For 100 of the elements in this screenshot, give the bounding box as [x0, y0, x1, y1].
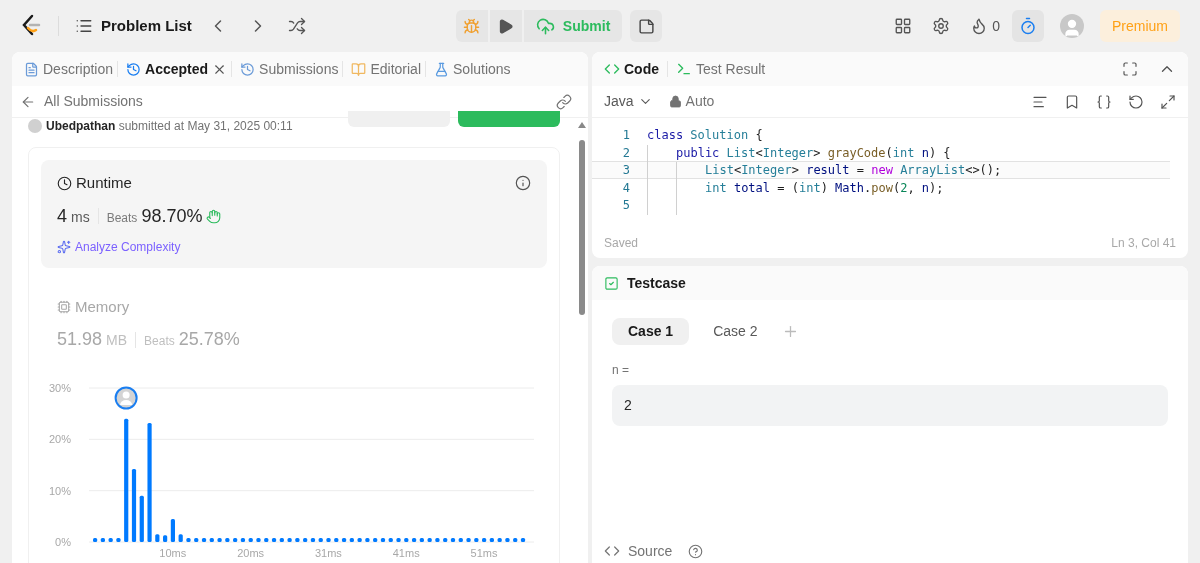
bar[interactable]	[341, 537, 347, 542]
bar[interactable]	[108, 537, 113, 542]
shuffle-icon[interactable]	[287, 17, 306, 35]
bar[interactable]	[326, 537, 331, 542]
language-select[interactable]: Java	[604, 91, 634, 112]
bar[interactable]	[209, 537, 214, 542]
braces-icon[interactable]	[1096, 93, 1112, 110]
submitter-line: Ubedpathan submitted at May 31, 2025 00:11	[46, 118, 293, 135]
terminal-icon	[676, 61, 692, 77]
streak-count: 0	[992, 16, 1000, 36]
bar[interactable]	[365, 537, 370, 542]
case-tab[interactable]: Case 2	[697, 318, 774, 345]
problem-list-button[interactable]: Problem List	[101, 14, 192, 38]
axis-label: 20%	[48, 433, 71, 446]
panel-tab[interactable]: Submissions	[259, 58, 339, 80]
runtime-card[interactable]: Runtime 4 ms Beats 98.70% Analyze Complexity	[41, 160, 547, 268]
bar[interactable]	[163, 535, 168, 542]
stat-value: 51.98	[57, 328, 103, 351]
fullscreen-icon[interactable]	[1122, 61, 1138, 77]
bar[interactable]	[412, 537, 417, 542]
bar[interactable]	[240, 537, 245, 542]
timer-button[interactable]	[1012, 10, 1044, 42]
code-icon[interactable]	[604, 543, 620, 559]
bar[interactable]	[318, 537, 323, 542]
bar[interactable]	[513, 537, 518, 542]
bar[interactable]	[419, 537, 424, 542]
bar[interactable]	[93, 537, 98, 542]
bar[interactable]	[233, 537, 238, 542]
bar[interactable]	[489, 537, 494, 542]
settings-icon[interactable]	[932, 17, 951, 35]
bar[interactable]	[170, 518, 175, 542]
logo-icon[interactable]	[20, 14, 42, 38]
axis-label: 51ms	[470, 547, 498, 559]
layout-icon[interactable]	[894, 17, 913, 35]
panel-tab[interactable]: Solutions	[453, 58, 511, 80]
bar[interactable]	[124, 418, 129, 542]
panel-tab[interactable]: Description	[43, 58, 114, 80]
bar[interactable]	[264, 537, 269, 542]
bar[interactable]	[334, 537, 339, 542]
panel-tab[interactable]: Code	[624, 58, 659, 80]
bar[interactable]	[427, 537, 432, 542]
panel-title: Testcase	[627, 273, 686, 293]
run-button[interactable]	[489, 10, 522, 42]
bar[interactable]	[435, 537, 440, 542]
bar[interactable]	[248, 537, 253, 542]
panel-tab[interactable]: Test Result	[696, 58, 766, 80]
analyze-complexity-link[interactable]: Analyze Complexity	[75, 237, 181, 256]
all-submissions-link[interactable]: All Submissions	[44, 91, 143, 112]
panel-tab[interactable]: Editorial	[370, 58, 422, 80]
help-icon[interactable]	[688, 543, 704, 559]
bar[interactable]	[482, 537, 487, 542]
bar[interactable]	[178, 534, 183, 542]
bar[interactable]	[100, 537, 105, 542]
parameter-label: n =	[611, 362, 630, 379]
bar[interactable]	[303, 537, 308, 542]
bar[interactable]	[271, 537, 277, 542]
bookmark-icon[interactable]	[1064, 93, 1080, 110]
bar[interactable]	[225, 537, 230, 542]
bar[interactable]	[458, 537, 463, 542]
bar[interactable]	[404, 537, 409, 542]
bar[interactable]	[497, 537, 502, 542]
bar[interactable]	[287, 537, 292, 542]
bar[interactable]	[466, 537, 471, 542]
axis-label: 41ms	[392, 547, 420, 559]
bar[interactable]	[443, 537, 448, 542]
bar[interactable]	[450, 537, 456, 542]
list-icon[interactable]	[75, 17, 93, 35]
bar[interactable]	[295, 537, 300, 542]
bar[interactable]	[357, 537, 362, 542]
bar[interactable]	[279, 537, 284, 542]
expand-icon[interactable]	[1160, 93, 1176, 110]
note-icon	[637, 17, 655, 35]
bar[interactable]	[116, 537, 121, 542]
bar[interactable]	[388, 537, 393, 542]
note-button[interactable]	[630, 10, 663, 42]
bar[interactable]	[155, 534, 160, 542]
case-tab[interactable]: Case 1	[612, 318, 690, 345]
bar[interactable]	[186, 537, 191, 542]
panel-tab[interactable]: Accepted	[145, 58, 209, 80]
bar[interactable]	[520, 537, 526, 542]
line-number: 4	[621, 179, 630, 195]
bar[interactable]	[474, 537, 479, 542]
bug-icon	[463, 17, 481, 35]
bar[interactable]	[256, 537, 261, 542]
reset-icon[interactable]	[1128, 93, 1144, 110]
bar[interactable]	[194, 537, 199, 542]
bar[interactable]	[505, 537, 510, 542]
bar[interactable]	[217, 537, 222, 542]
bar[interactable]	[310, 537, 316, 542]
bar[interactable]	[380, 537, 386, 542]
bar[interactable]	[201, 537, 207, 542]
bar[interactable]	[131, 469, 137, 542]
bar[interactable]	[373, 537, 378, 542]
bar[interactable]	[349, 537, 354, 542]
link-icon[interactable]	[556, 93, 572, 110]
parameter-input[interactable]: 2	[612, 385, 1168, 426]
source-link[interactable]: Source	[628, 540, 673, 562]
bar[interactable]	[396, 537, 401, 542]
beats-label: Beats	[144, 333, 175, 350]
bar[interactable]	[139, 495, 144, 542]
